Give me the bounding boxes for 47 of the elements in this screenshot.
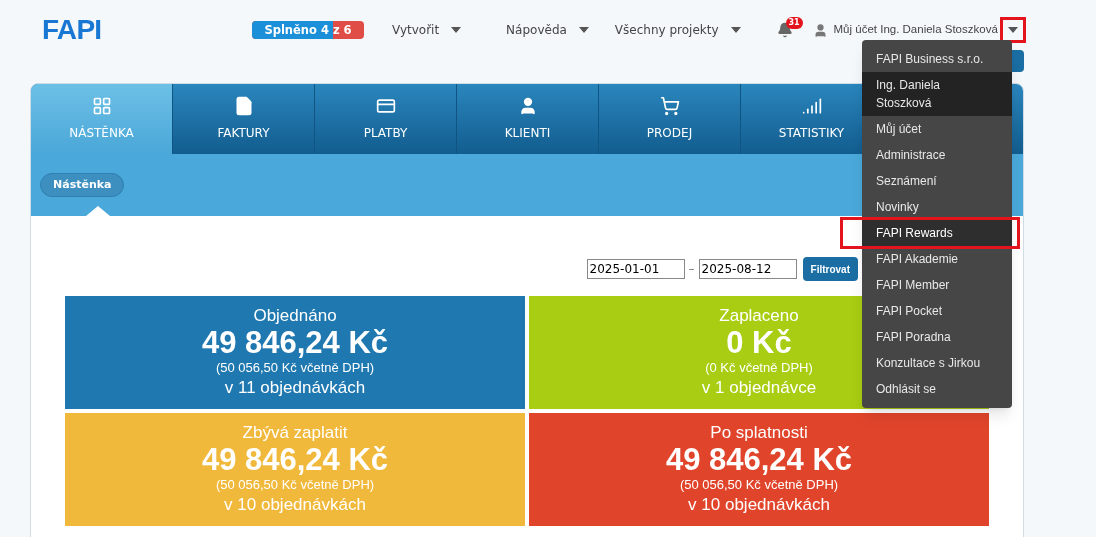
menu-item[interactable]: FAPI Business s.r.o. — [862, 46, 1012, 72]
card-count: v 10 objednávkách — [224, 493, 366, 516]
card-vat: (0 Kč včetně DPH) — [705, 359, 813, 376]
card-amount: 49 846,24 Kč — [201, 325, 389, 360]
card-count: v 10 objednávkách — [688, 493, 830, 516]
card-count: v 1 objednávce — [701, 376, 817, 399]
caret-icon — [451, 27, 462, 33]
menu-item[interactable]: Ing. Daniela Stoszková — [862, 72, 1012, 116]
menu-item[interactable]: FAPI Poradna — [862, 324, 1012, 350]
card-amount: 49 846,24 Kč — [201, 442, 389, 477]
menu-item[interactable]: Konzultace s Jirkou — [862, 350, 1012, 376]
nav-menu[interactable]: Všechny projekty — [614, 21, 741, 39]
date-separator: – — [688, 261, 695, 278]
date-to-field[interactable]: 2025-08-12 — [698, 259, 797, 279]
menu-item[interactable]: FAPI Pocket — [862, 298, 1012, 324]
pointer-notch — [86, 206, 110, 216]
menu-item[interactable]: FAPI Member — [862, 272, 1012, 298]
menu-item[interactable]: Novinky — [862, 194, 1012, 220]
date-from-field[interactable]: 2025-01-01 — [586, 259, 685, 279]
card-vat: (50 056,50 Kč včetně DPH) — [679, 476, 839, 493]
card-icon — [375, 96, 396, 116]
notification-count: 31 — [785, 17, 803, 29]
logo[interactable]: FAPI — [42, 9, 252, 51]
menu-item[interactable]: FAPI Rewards — [862, 220, 1012, 246]
card-title: Objednáno — [253, 305, 337, 326]
card-amount: 49 846,24 Kč — [665, 442, 853, 477]
caret-icon — [578, 27, 589, 33]
cart-icon — [659, 96, 680, 116]
nav-menu[interactable]: Nápověda — [506, 21, 589, 39]
menu-item[interactable]: Odhlásit se — [862, 376, 1012, 402]
menu-item[interactable]: FAPI Akademie — [862, 246, 1012, 272]
card-title: Zbývá zaplatit — [242, 422, 348, 443]
caret-icon — [730, 27, 741, 33]
grid-icon — [91, 96, 112, 116]
filter-button[interactable]: Filtrovat — [802, 257, 858, 281]
signal-icon — [801, 96, 822, 116]
progress-bar[interactable]: Splněno 4 z 6 — [252, 21, 364, 39]
nav-menu[interactable]: Vytvořit — [392, 21, 462, 39]
breadcrumb-chip[interactable]: Nástěnka — [40, 172, 125, 198]
card-count: v 11 objednávkách — [224, 376, 366, 399]
user-icon — [812, 22, 828, 38]
menu-item[interactable]: Seznámení — [862, 168, 1012, 194]
card-amount: 0 Kč — [726, 325, 792, 360]
card-title: Po splatnosti — [710, 422, 808, 443]
card-vat: (50 056,50 Kč včetně DPH) — [215, 476, 375, 493]
card-vat: (50 056,50 Kč včetně DPH) — [215, 359, 375, 376]
card-title: Zaplaceno — [719, 305, 799, 326]
